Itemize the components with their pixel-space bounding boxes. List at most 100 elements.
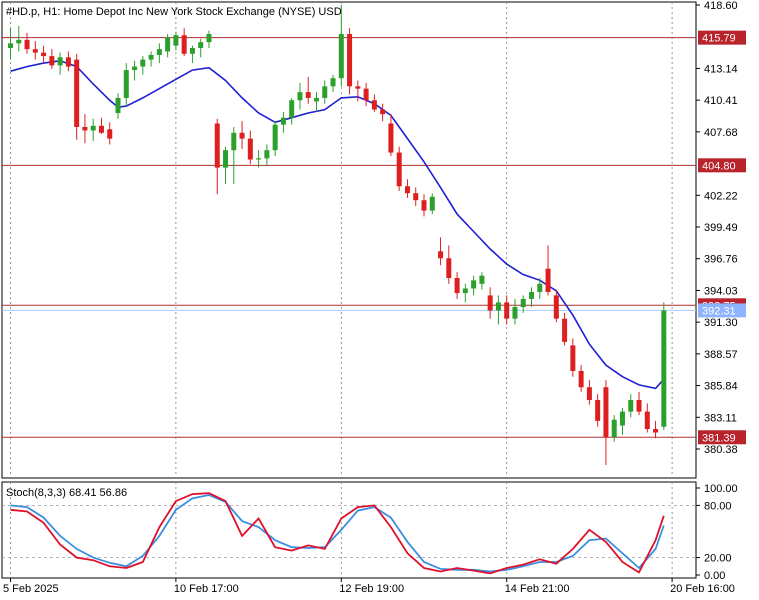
candle-body xyxy=(322,86,328,98)
candle-body xyxy=(8,43,13,48)
level-tag: 381.39 xyxy=(702,432,736,444)
candle-body xyxy=(41,52,47,57)
candle-body xyxy=(388,123,394,153)
candle-body xyxy=(49,56,55,66)
y-tick-label: 396.76 xyxy=(704,254,738,266)
candle-body xyxy=(173,35,179,46)
y-tick-label: 388.57 xyxy=(704,349,738,361)
candle-body xyxy=(107,129,113,139)
x-tick-label: 12 Feb 19:00 xyxy=(339,583,404,595)
candle-body xyxy=(661,310,667,427)
bid-tag: 392.31 xyxy=(702,305,736,317)
candle-body xyxy=(653,429,659,433)
candle-body xyxy=(181,35,187,54)
candle-body xyxy=(115,97,121,114)
candle-body xyxy=(90,125,96,131)
candle-body xyxy=(363,88,369,101)
y-tick-label: 391.30 xyxy=(704,317,738,329)
y-tick-label: 418.60 xyxy=(704,0,738,12)
candle-body xyxy=(611,419,617,438)
candle-body xyxy=(380,109,386,115)
candle-body xyxy=(495,302,501,311)
candle-body xyxy=(313,97,319,102)
candle-body xyxy=(454,277,460,294)
candle-body xyxy=(148,54,154,60)
x-tick-label: 14 Feb 21:00 xyxy=(505,583,570,595)
candle-body xyxy=(429,196,435,211)
candle-body xyxy=(404,186,410,194)
candle-body xyxy=(355,86,361,89)
candle-body xyxy=(413,193,419,201)
candle-body xyxy=(65,57,71,67)
candle-body xyxy=(553,295,559,319)
y-tick-label: 385.84 xyxy=(704,381,738,393)
candle-body xyxy=(132,66,138,71)
candle-body xyxy=(57,57,63,66)
y-tick-label: 413.14 xyxy=(704,63,738,75)
y-tick-label: 380.38 xyxy=(704,444,738,456)
trading-chart[interactable]: 418.60 413.14 410.41 407.68 402.22 399.49 396.… xyxy=(0,0,759,600)
candle-body xyxy=(330,78,336,87)
stoch-y-tick-label: 0.00 xyxy=(704,570,725,582)
candle-body xyxy=(438,251,444,259)
candle-body xyxy=(305,92,311,98)
candle-body xyxy=(586,387,592,400)
candle-body xyxy=(165,37,171,52)
candle-body xyxy=(74,59,80,127)
candle-body xyxy=(198,42,204,48)
stoch-y-tick-label: 20.00 xyxy=(704,553,732,565)
candle-body xyxy=(644,411,650,430)
candle-body xyxy=(619,411,625,426)
candle-body xyxy=(264,150,270,159)
y-tick-label: 394.03 xyxy=(704,285,738,297)
candle-body xyxy=(82,126,88,131)
candle-body xyxy=(297,92,303,101)
candle-body xyxy=(520,298,526,308)
y-tick-label: 410.41 xyxy=(704,95,738,107)
x-tick-label: 20 Feb 16:00 xyxy=(670,583,735,595)
price-axis: 418.60 413.14 410.41 407.68 402.22 399.49 396.… xyxy=(696,0,738,456)
candle-body xyxy=(479,275,485,284)
candle-body xyxy=(462,288,468,294)
candle-body xyxy=(206,34,212,43)
candle-body xyxy=(471,280,477,289)
candle-body xyxy=(636,399,642,412)
indicator-label: Stoch(8,3,3) 68.41 56.86 xyxy=(6,487,127,499)
candle-body xyxy=(239,132,245,139)
candle-body xyxy=(446,258,452,278)
candle-body xyxy=(231,132,237,151)
candle-body xyxy=(570,345,576,371)
candle-body xyxy=(487,295,493,311)
candle-body xyxy=(16,39,22,44)
candle-body xyxy=(562,318,568,342)
x-tick-label: 5 Feb 2025 xyxy=(3,583,59,595)
y-tick-label: 407.68 xyxy=(704,127,738,139)
candle-body xyxy=(578,370,584,388)
candle-body xyxy=(280,117,286,125)
candle-body xyxy=(256,158,262,160)
candle-body xyxy=(98,125,104,133)
candle-body xyxy=(338,34,344,79)
candles xyxy=(8,5,667,466)
chart-title: #HD.p, H1: Home Depot Inc New York Stock… xyxy=(6,6,342,18)
candle-body xyxy=(24,39,30,50)
candle-body xyxy=(396,152,402,187)
candle-body xyxy=(595,399,601,421)
candle-body xyxy=(421,200,427,211)
level-tag: 415.79 xyxy=(702,33,736,45)
candle-body xyxy=(123,70,129,98)
time-axis: 5 Feb 2025 10 Feb 17:00 12 Feb 19:00 14 Feb… xyxy=(3,578,735,595)
candle-body xyxy=(247,138,253,160)
candle-body xyxy=(347,34,353,87)
candle-body xyxy=(223,150,229,168)
candle-body xyxy=(504,302,510,319)
level-tag: 404.80 xyxy=(702,160,736,172)
candle-body xyxy=(189,47,195,54)
candle-body xyxy=(628,399,634,412)
candle-body xyxy=(156,49,162,55)
candle-body xyxy=(537,283,543,292)
y-tick-label: 399.49 xyxy=(704,222,738,234)
candle-body xyxy=(214,123,220,168)
candle-body xyxy=(529,291,535,299)
x-tick-label: 10 Feb 17:00 xyxy=(174,583,239,595)
